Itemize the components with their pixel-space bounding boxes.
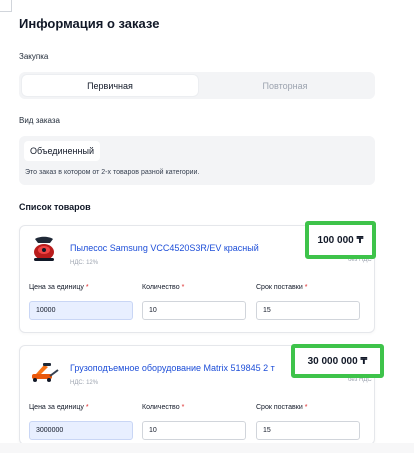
product-total: 100 000 ₸ (317, 234, 364, 246)
order-type-box: Объединенный Это заказ в котором от 2-х … (19, 136, 375, 185)
page-title: Информация о заказе (19, 16, 160, 31)
unit-price-input[interactable]: 10000 (29, 301, 133, 320)
purchase-label: Закупка (19, 52, 49, 61)
delivery-input[interactable]: 15 (256, 301, 360, 320)
delivery-label: Срок поставки * (256, 284, 308, 291)
product-vat: НДС: 12% (70, 380, 99, 386)
jack-icon (32, 363, 59, 382)
bottom-scroll-area (0, 443, 414, 453)
order-type-chip[interactable]: Объединенный (24, 141, 100, 161)
quantity-label: Количество * (142, 284, 185, 291)
product-total: 30 000 000 ₸ (307, 355, 368, 367)
purchase-option-repeat[interactable]: Повторная (197, 75, 373, 96)
product-name-link[interactable]: Грузоподъемное оборудование Matrix 51984… (70, 363, 302, 373)
product-total-highlight: 100 000 ₸ (305, 221, 376, 259)
product-vat: НДС: 12% (70, 260, 99, 266)
order-type-label: Вид заказа (19, 116, 60, 125)
quantity-input[interactable]: 10 (142, 421, 246, 440)
unit-price-label: Цена за единицу * (29, 284, 89, 291)
window-corner-mark (0, 0, 12, 12)
purchase-segmented-control: Первичная Повторная (19, 72, 375, 99)
unit-price-input[interactable]: 3000000 (29, 421, 133, 440)
order-type-description: Это заказ в котором от 2-х товаров разно… (25, 169, 200, 176)
purchase-option-primary[interactable]: Первичная (22, 75, 198, 96)
product-name-link[interactable]: Пылесос Samsung VCC4520S3R/EV красный (70, 243, 270, 253)
delivery-label: Срок поставки * (256, 404, 308, 411)
unit-price-label: Цена за единицу * (29, 404, 89, 411)
delivery-input[interactable]: 15 (256, 421, 360, 440)
quantity-label: Количество * (142, 404, 185, 411)
product-total-highlight: 30 000 000 ₸ (291, 344, 384, 378)
quantity-input[interactable]: 10 (142, 301, 246, 320)
vacuum-cleaner-icon (34, 236, 54, 261)
products-section-title: Список товаров (19, 202, 91, 212)
